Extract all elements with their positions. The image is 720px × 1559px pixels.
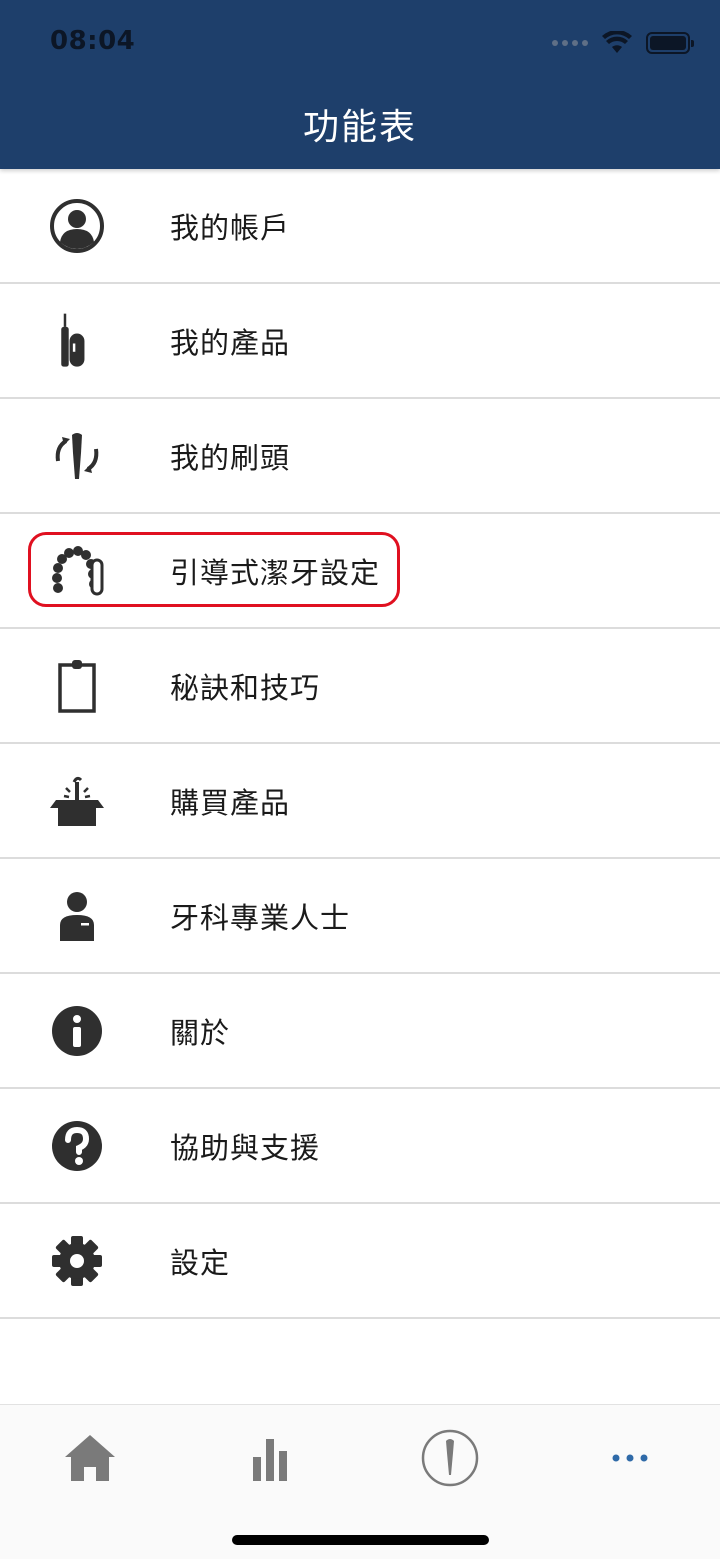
home-icon [65, 1435, 115, 1481]
menu-item-buy-products[interactable]: 購買產品 [0, 744, 720, 859]
menu-item-about[interactable]: 關於 [0, 974, 720, 1089]
tab-brush[interactable] [400, 1423, 500, 1493]
menu-item-label: 關於 [170, 1015, 231, 1050]
menu-item-my-brush-heads[interactable]: 我的刷頭 [0, 399, 720, 514]
menu-item-label: 我的帳戶 [170, 210, 291, 245]
tab-more[interactable] [580, 1423, 680, 1493]
gear-icon [48, 1229, 106, 1293]
menu-item-dental-professionals[interactable]: 牙科專業人士 [0, 859, 720, 974]
more-icon [612, 1454, 648, 1462]
professional-person-icon [48, 884, 106, 948]
help-icon [48, 1114, 106, 1178]
menu-item-help-support[interactable]: 協助與支援 [0, 1089, 720, 1204]
app-header: 08:04 功能表 [0, 0, 720, 169]
clipboard-icon [48, 654, 106, 718]
menu-list: 我的帳戶 我的產品 我的刷頭 引導式潔牙設定 秘訣和技巧 購買產品 牙科專業人士… [0, 169, 720, 1319]
menu-item-label: 我的刷頭 [170, 440, 291, 475]
menu-item-settings[interactable]: 設定 [0, 1204, 720, 1319]
info-icon [48, 999, 106, 1063]
status-indicators [552, 30, 694, 56]
menu-item-label: 協助與支援 [170, 1130, 321, 1165]
menu-item-tips-and-tricks[interactable]: 秘訣和技巧 [0, 629, 720, 744]
home-indicator[interactable] [232, 1535, 489, 1545]
menu-item-label: 設定 [170, 1245, 231, 1280]
tab-home[interactable] [40, 1423, 140, 1493]
wifi-icon [602, 31, 632, 53]
toothbrush-product-icon [48, 309, 106, 373]
stats-icon [253, 1439, 287, 1481]
tab-statistics[interactable] [220, 1423, 320, 1493]
menu-item-my-products[interactable]: 我的產品 [0, 284, 720, 399]
menu-item-label: 購買產品 [170, 785, 291, 820]
account-icon [48, 194, 106, 258]
open-box-icon [48, 769, 106, 833]
teeth-arch-icon [48, 539, 106, 603]
bottom-tab-bar [0, 1404, 720, 1559]
menu-item-label: 引導式潔牙設定 [170, 555, 381, 590]
status-time: 08:04 [50, 26, 136, 56]
brush-head-replace-icon [48, 424, 106, 488]
cellular-signal-icon [552, 40, 588, 46]
brush-icon [421, 1429, 479, 1487]
page-title: 功能表 [302, 107, 417, 148]
menu-item-label: 秘訣和技巧 [170, 670, 321, 705]
menu-item-guided-brushing-settings[interactable]: 引導式潔牙設定 [0, 514, 720, 629]
menu-item-label: 我的產品 [170, 325, 291, 360]
menu-item-label: 牙科專業人士 [170, 900, 351, 935]
battery-icon [646, 32, 694, 54]
menu-item-my-account[interactable]: 我的帳戶 [0, 169, 720, 284]
